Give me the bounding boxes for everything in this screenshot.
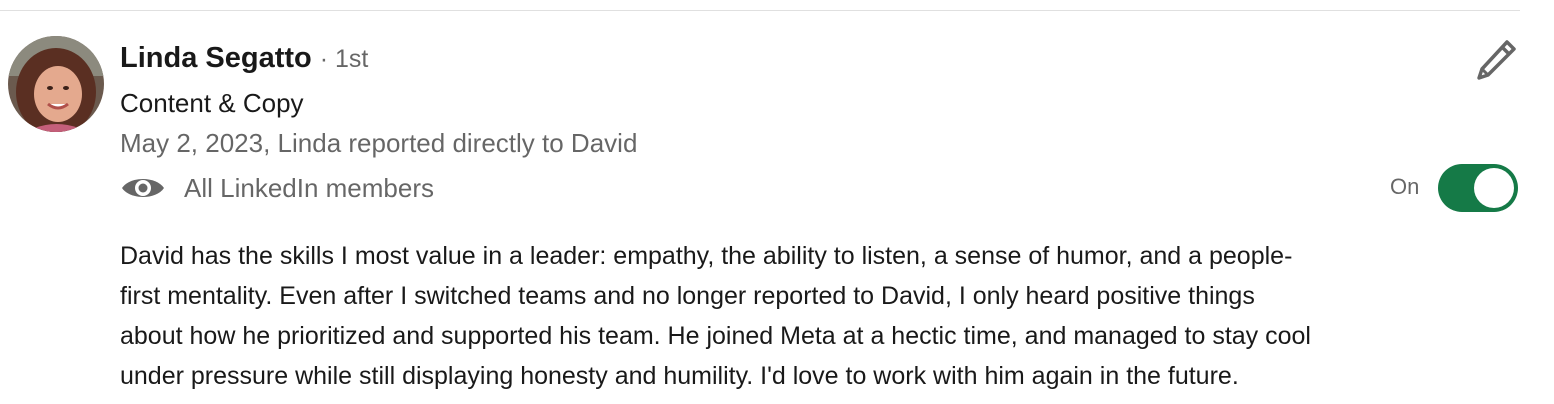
recommendation-text-line: first mentality. Even after I switched t… bbox=[120, 282, 1255, 310]
relationship-meta: May 2, 2023, Linda reported directly to … bbox=[120, 128, 638, 158]
avatar[interactable] bbox=[8, 36, 104, 132]
avatar-photo bbox=[8, 36, 104, 132]
connection-degree: · 1st bbox=[319, 45, 369, 73]
pencil-icon bbox=[1477, 40, 1516, 80]
visibility-label: All LinkedIn members bbox=[184, 172, 434, 203]
eye-icon bbox=[120, 168, 168, 208]
toggle-knob bbox=[1474, 168, 1514, 208]
recommendation-text-line: David has the skills I most value in a l… bbox=[120, 242, 1293, 270]
top-divider bbox=[0, 10, 1520, 11]
toggle-state-label: On bbox=[1390, 174, 1420, 199]
recommendation-text-line: under pressure while still displaying ho… bbox=[120, 362, 1239, 390]
show-recommendation-toggle[interactable] bbox=[1438, 164, 1518, 212]
author-name[interactable]: Linda Segatto bbox=[120, 42, 312, 75]
author-header: Linda Segatto · 1st bbox=[120, 42, 368, 75]
visibility-setting: All LinkedIn members bbox=[120, 168, 434, 208]
edit-button[interactable] bbox=[1470, 36, 1522, 84]
recommendation-text: David has the skills I most value in a l… bbox=[120, 236, 1520, 396]
author-headline: Content & Copy bbox=[120, 88, 304, 118]
recommendation-text-line: about how he prioritized and supported h… bbox=[120, 322, 1311, 350]
